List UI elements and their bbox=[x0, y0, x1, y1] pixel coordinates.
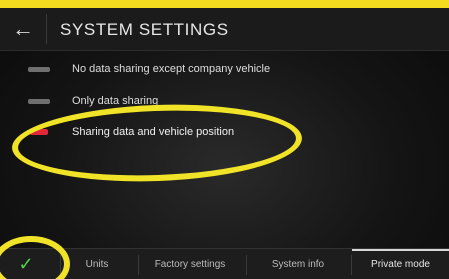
annotation-frame-top bbox=[0, 0, 449, 8]
tab-system-info[interactable]: System info bbox=[248, 249, 348, 279]
tab-factory-settings[interactable]: Factory settings bbox=[140, 249, 240, 279]
header-divider bbox=[46, 14, 47, 44]
back-button[interactable]: ← bbox=[6, 14, 40, 44]
arrow-left-icon: ← bbox=[12, 16, 34, 41]
tab-private-mode[interactable]: Private mode bbox=[352, 249, 449, 279]
tab-separator bbox=[246, 255, 247, 275]
settings-screen: ← SYSTEM SETTINGS No data sharing except… bbox=[0, 0, 449, 279]
tab-units[interactable]: Units bbox=[62, 249, 132, 279]
annotation-ellipse-confirm bbox=[0, 236, 70, 279]
page-title: SYSTEM SETTINGS bbox=[60, 20, 229, 39]
option-label: No data sharing except company vehicle bbox=[72, 63, 271, 75]
header-bar: ← SYSTEM SETTINGS bbox=[0, 8, 449, 51]
tab-separator bbox=[138, 255, 139, 275]
option-indicator bbox=[28, 67, 50, 72]
option-indicator bbox=[28, 99, 50, 104]
option-no-data-sharing[interactable]: No data sharing except company vehicle bbox=[0, 54, 449, 84]
